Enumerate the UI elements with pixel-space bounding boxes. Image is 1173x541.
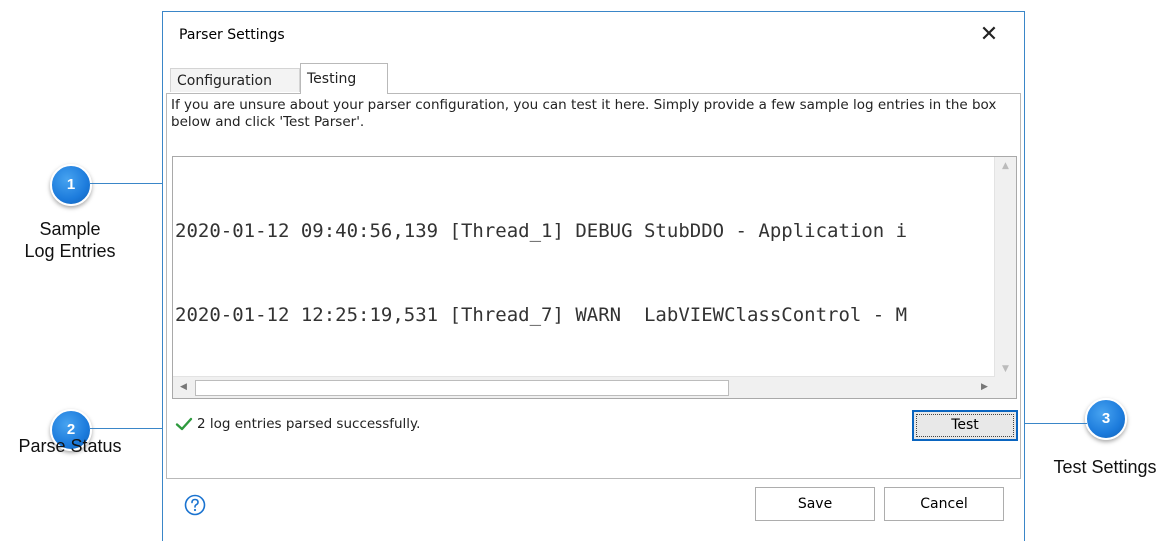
- horizontal-scrollbar[interactable]: ◀ ▶: [173, 376, 995, 398]
- scrollbar-corner: [995, 377, 1016, 398]
- callout-leader-3: [1018, 423, 1087, 424]
- close-button[interactable]: ✕: [976, 22, 1002, 48]
- callout-badge-3: 3: [1085, 398, 1127, 440]
- scroll-right-icon[interactable]: ▶: [974, 377, 995, 398]
- callout-label-1-line1: Sample: [39, 219, 101, 239]
- scroll-down-icon[interactable]: ▼: [995, 360, 1016, 378]
- callout-leader-2: [90, 428, 170, 429]
- scroll-left-icon[interactable]: ◀: [173, 377, 194, 398]
- horizontal-scroll-thumb[interactable]: [195, 380, 729, 396]
- checkmark-icon: [175, 417, 193, 431]
- log-entries-textbox[interactable]: 2020-01-12 09:40:56,139 [Thread_1] DEBUG…: [172, 156, 1017, 399]
- parse-status-text: 2 log entries parsed successfully.: [197, 416, 421, 432]
- callout-badge-1: 1: [50, 164, 92, 206]
- instructions-text: If you are unsure about your parser conf…: [171, 97, 997, 130]
- tab-testing[interactable]: Testing: [300, 63, 388, 94]
- callout-leader-1: [90, 183, 168, 184]
- callout-label-1: Sample Log Entries: [20, 218, 120, 262]
- scroll-up-icon[interactable]: ▲: [995, 157, 1016, 175]
- help-icon[interactable]: [184, 494, 206, 516]
- log-entry-line: 2020-01-12 12:25:19,531 [Thread_7] WARN …: [175, 304, 908, 326]
- parser-settings-dialog: Parser Settings ✕ Configuration Testing …: [162, 11, 1025, 541]
- testing-panel: If you are unsure about your parser conf…: [166, 93, 1021, 479]
- save-button[interactable]: Save: [755, 487, 875, 521]
- vertical-scrollbar[interactable]: ▲ ▼: [994, 157, 1016, 378]
- callout-label-3: Test Settings: [1053, 457, 1157, 477]
- parse-status: 2 log entries parsed successfully.: [175, 412, 420, 436]
- callout-label-2: Parse Status: [18, 436, 122, 456]
- tab-configuration[interactable]: Configuration: [170, 68, 300, 92]
- dialog-title: Parser Settings: [179, 27, 285, 43]
- cancel-button[interactable]: Cancel: [884, 487, 1004, 521]
- callout-label-1-line2: Log Entries: [24, 241, 116, 261]
- test-button[interactable]: Test: [912, 410, 1018, 441]
- log-entries-content[interactable]: 2020-01-12 09:40:56,139 [Thread_1] DEBUG…: [175, 161, 992, 385]
- close-icon: ✕: [979, 22, 999, 47]
- log-entry-line: 2020-01-12 09:40:56,139 [Thread_1] DEBUG…: [175, 220, 908, 242]
